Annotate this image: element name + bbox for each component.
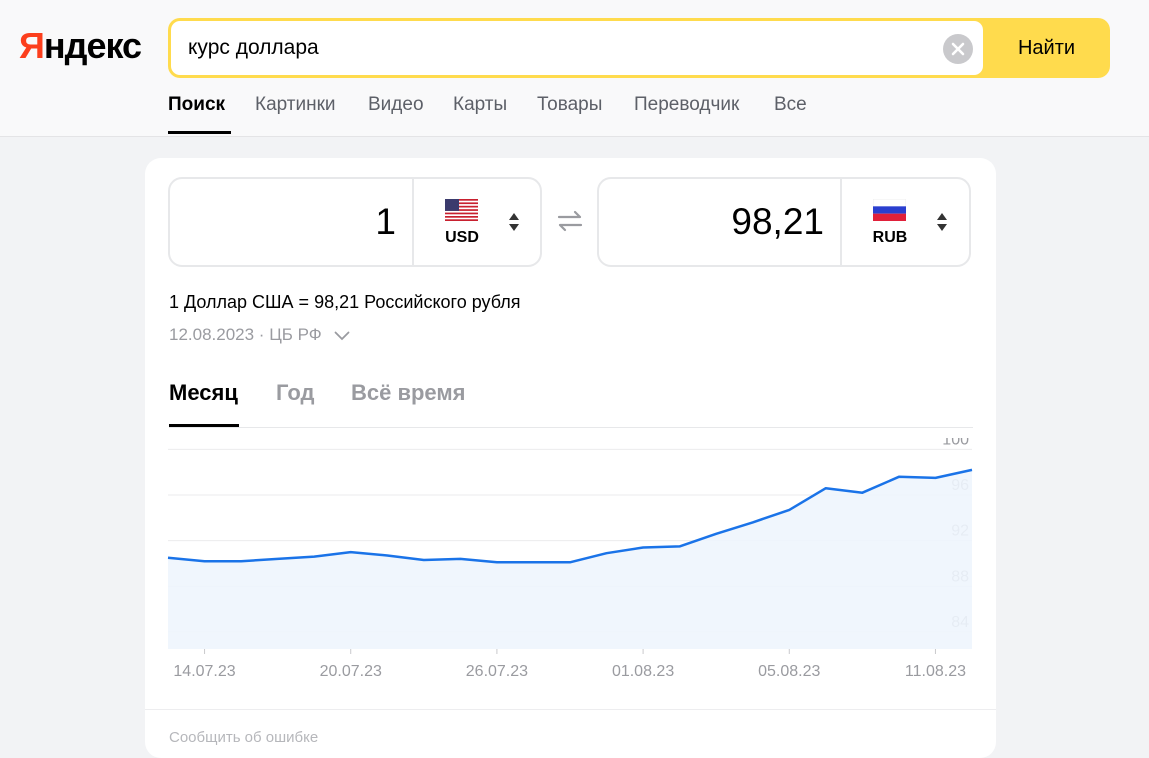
tab-images[interactable]: Картинки: [255, 94, 336, 116]
x-tick-label: 20.07.23: [320, 663, 382, 680]
tab-maps[interactable]: Карты: [453, 94, 507, 116]
currency-converter-card: 1 USD 98,21 RUB 1 Доллар США = 98,21 Рос…: [145, 158, 996, 758]
close-icon[interactable]: [943, 34, 973, 64]
search-input[interactable]: [188, 21, 928, 75]
us-flag-icon: [445, 199, 478, 221]
tab-month[interactable]: Месяц: [169, 380, 238, 406]
x-tick-label: 05.08.23: [758, 663, 820, 680]
tab-video[interactable]: Видео: [368, 94, 424, 116]
from-currency-box: 1 USD: [168, 177, 542, 267]
search-bar: Найти: [168, 18, 1110, 78]
x-tick-label: 26.07.23: [466, 663, 528, 680]
footer-divider: [145, 709, 996, 710]
from-currency-code: USD: [445, 229, 479, 246]
ru-flag-icon: [873, 199, 906, 221]
to-amount-input[interactable]: 98,21: [609, 179, 824, 265]
sort-arrows-icon: [509, 213, 519, 231]
tab-year[interactable]: Год: [276, 380, 315, 406]
tab-all[interactable]: Все: [774, 94, 807, 116]
to-currency-code: RUB: [872, 229, 908, 246]
active-period-underline: [169, 424, 239, 427]
rate-description: 1 Доллар США = 98,21 Российского рубля: [169, 292, 521, 312]
from-amount-input[interactable]: 1: [180, 179, 396, 265]
tab-all-time[interactable]: Всё время: [351, 380, 466, 406]
tab-search[interactable]: Поиск: [168, 94, 225, 116]
to-currency-box: 98,21 RUB: [597, 177, 971, 267]
active-tab-underline: [168, 131, 231, 134]
y-tick-label: 100: [942, 438, 969, 448]
yandex-logo[interactable]: Яндекс: [19, 24, 142, 68]
header: Яндекс Найти Поиск Картинки Видео Карты …: [0, 0, 1149, 137]
report-error-link[interactable]: Сообщить об ошибке: [169, 729, 318, 746]
chevron-down-icon: [335, 331, 350, 340]
swap-icon[interactable]: [556, 210, 584, 232]
rate-date-source[interactable]: 12.08.2023 · ЦБ РФ: [169, 325, 350, 345]
x-tick-label: 14.07.23: [173, 663, 235, 680]
x-tick-label: 11.08.23: [905, 663, 966, 680]
tab-translator[interactable]: Переводчик: [634, 94, 739, 116]
search-field-container: [171, 21, 983, 75]
search-button[interactable]: Найти: [983, 18, 1110, 78]
sort-arrows-icon: [937, 213, 947, 231]
from-currency-select[interactable]: USD: [414, 179, 540, 265]
tab-products[interactable]: Товары: [537, 94, 602, 116]
x-tick-label: 01.08.23: [612, 663, 674, 680]
period-tabs: Месяц Год Всё время: [169, 380, 973, 428]
to-currency-select[interactable]: RUB: [842, 179, 968, 265]
rate-chart: 1009692888414.07.2320.07.2326.07.2301.08…: [167, 438, 973, 680]
